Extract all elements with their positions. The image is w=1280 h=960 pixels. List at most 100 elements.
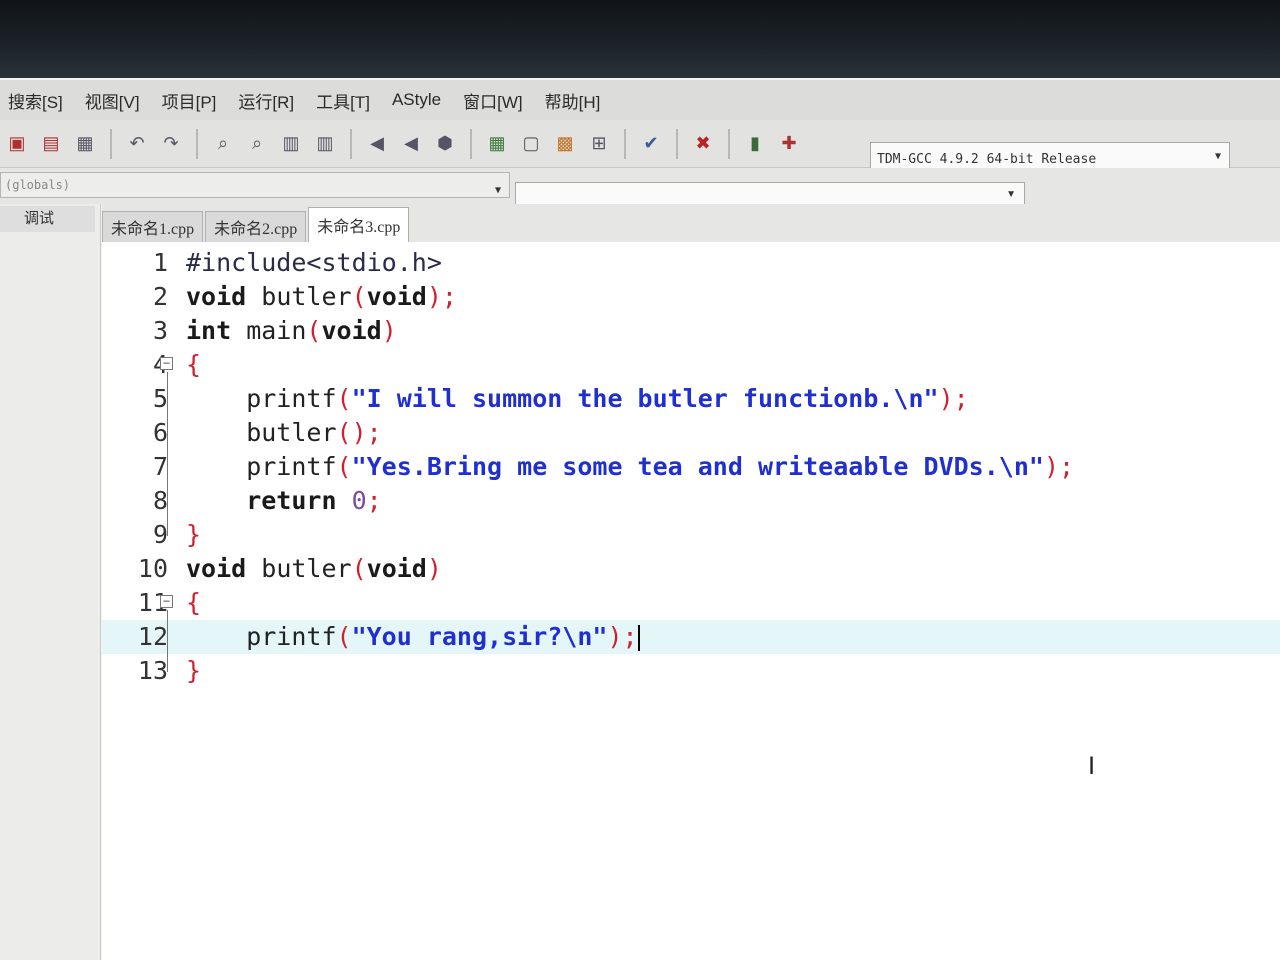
code-text: butler(); (186, 416, 382, 450)
code-text: int main(void) (186, 314, 397, 348)
chevron-down-icon: ▼ (1214, 151, 1221, 162)
title-bar (0, 0, 1280, 78)
open-icon[interactable]: ▤ (38, 131, 64, 157)
code-text: { (186, 348, 201, 382)
code-token: (); (336, 418, 382, 447)
menu-window[interactable]: 窗口[W] (463, 88, 523, 113)
scope-row: (globals) ▼ ▼ (0, 168, 1280, 212)
line-number: 10 (137, 554, 168, 583)
debug-icon[interactable]: ✚ (776, 131, 802, 157)
menu-search[interactable]: 搜索[S] (8, 88, 63, 113)
compile-icon[interactable]: ✔ (638, 131, 664, 157)
tab-label: 未命名2.cpp (214, 221, 298, 238)
code-line[interactable]: 12 printf("You rang,sir?\n"); (102, 620, 1280, 654)
line-number: 13 (137, 656, 168, 685)
tab-debug[interactable]: 调试 (0, 206, 95, 232)
side-panel: 调试 (0, 204, 101, 960)
code-token: ( (336, 452, 352, 481)
menu-project[interactable]: 项目[P] (162, 88, 217, 113)
code-text: #include<stdio.h> (186, 246, 442, 280)
toolbar-separator (110, 128, 112, 159)
bookmark-prev-icon[interactable]: ◀ (364, 131, 390, 157)
toolbar-separator (728, 128, 730, 159)
code-token: ( (306, 316, 322, 345)
new-file-icon[interactable]: ▣ (4, 131, 30, 157)
toolbar-separator (624, 128, 626, 159)
layout-icon[interactable]: ▦ (484, 131, 510, 157)
code-token: void (186, 282, 247, 311)
code-token: ; (366, 486, 382, 515)
bookmark-next-icon[interactable]: ◀ (398, 131, 424, 157)
line-number: 2 (152, 282, 168, 311)
code-token: void (366, 554, 427, 583)
code-token: ( (336, 384, 352, 413)
save-icon[interactable]: ▦ (72, 131, 98, 157)
unindent-icon[interactable]: ▥ (312, 131, 338, 157)
code-editor[interactable]: I 1 #include<stdio.h> 2 void butler(void); 3… (102, 242, 1280, 960)
chevron-down-icon: ▼ (1006, 189, 1016, 200)
code-line[interactable]: 11−{ (102, 586, 1280, 620)
code-line[interactable]: 6 butler(); (102, 416, 1280, 450)
toggle-icon[interactable]: ⬢ (432, 131, 458, 157)
grid-icon[interactable]: ⊞ (586, 131, 612, 157)
menu-view[interactable]: 视图[V] (85, 88, 140, 113)
code-line[interactable]: 10 void butler(void) (102, 552, 1280, 586)
color-icon[interactable]: ▩ (552, 131, 578, 157)
code-token: ) (381, 316, 397, 345)
redo-icon[interactable]: ↷ (158, 131, 184, 157)
line-number: 9 (152, 520, 168, 549)
replace-icon[interactable]: ⌕ (244, 131, 270, 157)
scope-select[interactable]: (globals) ▼ (0, 172, 510, 198)
chart-icon[interactable]: ▮ (742, 131, 768, 157)
code-token: } (186, 520, 202, 549)
tab-label: 未命名1.cpp (111, 221, 195, 238)
code-text: return 0; (186, 484, 382, 518)
fold-toggle-icon[interactable]: − (160, 595, 173, 608)
code-token: { (186, 350, 202, 379)
menu-tools[interactable]: 工具[T] (316, 88, 370, 113)
toolbar-separator (470, 128, 472, 159)
code-token: void (321, 316, 382, 345)
find-icon[interactable]: ⌕ (210, 131, 236, 157)
code-token: ); (938, 384, 969, 413)
code-token: ( (351, 554, 367, 583)
undo-icon[interactable]: ↶ (124, 131, 150, 157)
window-icon[interactable]: ▢ (518, 131, 544, 157)
code-token: butler (246, 282, 352, 311)
code-token: printf (186, 452, 337, 481)
chevron-down-icon: ▼ (494, 185, 501, 196)
toolbar-separator (350, 128, 352, 159)
tab-file-1[interactable]: 未命名1.cpp (102, 211, 204, 242)
code-text: printf("You rang,sir?\n"); (186, 620, 640, 654)
code-token: ); (1043, 452, 1075, 481)
tab-file-3[interactable]: 未命名3.cpp (308, 207, 410, 242)
indent-icon[interactable]: ▥ (278, 131, 304, 157)
code-line[interactable]: 1 #include<stdio.h> (102, 246, 1280, 280)
line-number: 7 (152, 452, 168, 481)
caret (637, 625, 640, 651)
code-token: ( (336, 622, 352, 651)
code-token: "You rang,sir?\n" (351, 622, 608, 651)
scope-value: (globals) (5, 178, 71, 192)
code-line[interactable]: 9} (102, 518, 1280, 552)
code-line[interactable]: 5 printf("I will summon the butler funct… (102, 382, 1280, 416)
menu-astyle[interactable]: AStyle (392, 90, 441, 110)
tab-label: 未命名3.cpp (317, 219, 401, 236)
menu-help[interactable]: 帮助[H] (545, 88, 601, 113)
stop-icon[interactable]: ✖ (690, 131, 716, 157)
code-line[interactable]: 7 printf("Yes.Bring me some tea and writ… (102, 450, 1280, 484)
fold-toggle-icon[interactable]: − (160, 357, 173, 370)
code-line[interactable]: 13} (102, 654, 1280, 688)
code-line[interactable]: 4−{ (102, 348, 1280, 382)
tab-file-2[interactable]: 未命名2.cpp (205, 211, 307, 242)
menu-run[interactable]: 运行[R] (238, 88, 294, 113)
code-text: } (186, 518, 201, 552)
code-line[interactable]: 8 return 0; (102, 484, 1280, 518)
code-text: { (186, 586, 201, 620)
code-line[interactable]: 2 void butler(void); (102, 280, 1280, 314)
code-token: { (186, 588, 202, 617)
code-token: return (186, 486, 337, 515)
code-line[interactable]: 3 int main(void) (102, 314, 1280, 348)
toolbar-separator (676, 128, 678, 159)
code-token: butler (186, 418, 337, 447)
